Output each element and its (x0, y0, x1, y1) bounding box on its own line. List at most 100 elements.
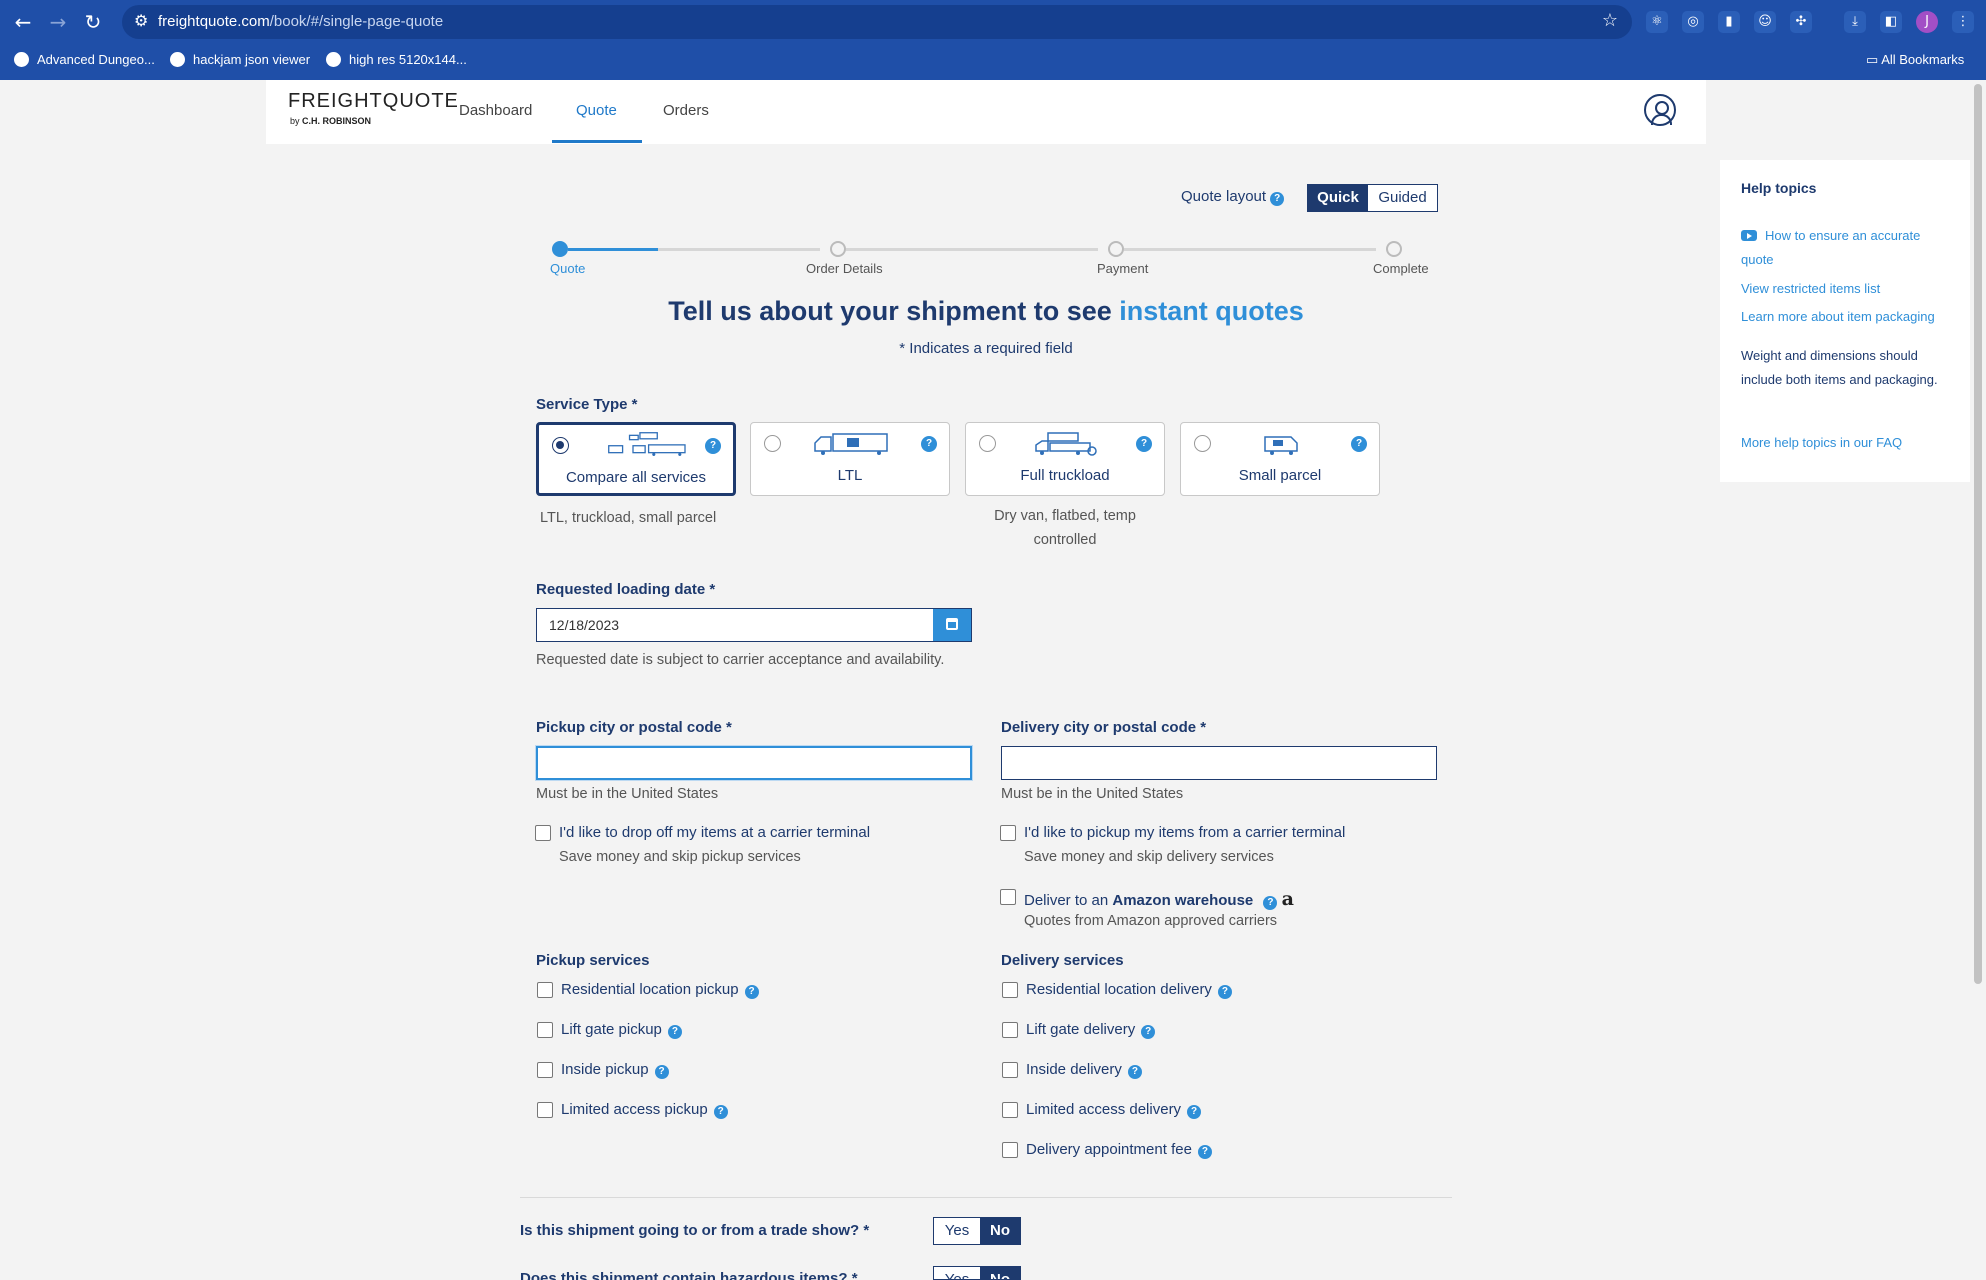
dropoff-terminal-checkbox[interactable] (535, 825, 551, 841)
help-icon[interactable]: ? (1187, 1105, 1202, 1119)
extension-chart-icon[interactable]: ▮ (1718, 11, 1740, 33)
chrobinson-logo: C.H. ROBINSON (302, 116, 372, 126)
dropoff-terminal-label[interactable]: I'd like to drop off my items at a carri… (559, 824, 870, 841)
liftgate-delivery-label[interactable]: Lift gate delivery? (1026, 1021, 1156, 1039)
step-progress (568, 248, 658, 251)
help-icon[interactable]: ? (654, 1065, 669, 1079)
layout-quick-button[interactable]: Quick (1308, 185, 1368, 211)
help-icon[interactable]: ? (921, 436, 937, 452)
help-icon[interactable]: ? (1217, 985, 1232, 999)
help-icon[interactable]: ? (1141, 1025, 1156, 1039)
scrollbar-thumb[interactable] (1974, 84, 1982, 984)
url-text[interactable]: freightquote.com/book/#/single-page-quot… (158, 13, 443, 30)
pickup-city-input[interactable] (536, 746, 972, 780)
profile-avatar[interactable]: J (1916, 11, 1938, 33)
service-option-label: Compare all services (565, 469, 707, 486)
residential-delivery-label[interactable]: Residential location delivery? (1026, 981, 1232, 999)
service-option-small-parcel[interactable]: ? Small parcel (1180, 422, 1380, 496)
limited-access-delivery-label[interactable]: Limited access delivery? (1026, 1101, 1202, 1119)
service-option-ltl[interactable]: ? LTL (750, 422, 950, 496)
hazardous-question: Does this shipment contain hazardous ite… (520, 1270, 858, 1280)
liftgate-delivery-checkbox[interactable] (1002, 1022, 1018, 1038)
amazon-warehouse-label[interactable]: Deliver to an Amazon warehouse ? a (1024, 888, 1294, 910)
reload-icon[interactable]: ↻ (80, 9, 106, 35)
section-divider (520, 1197, 1452, 1198)
pickup-terminal-checkbox[interactable] (1000, 825, 1016, 841)
step-connector (1124, 248, 1376, 251)
liftgate-pickup-label[interactable]: Lift gate pickup? (561, 1021, 682, 1039)
inside-delivery-checkbox[interactable] (1002, 1062, 1018, 1078)
service-option-compare-all[interactable]: ? Compare all services (536, 422, 736, 496)
bookmark-star-icon[interactable]: ☆ (1602, 10, 1618, 31)
menu-kebab-icon[interactable]: ⋮ (1952, 11, 1974, 33)
loading-date-hint: Requested date is subject to carrier acc… (536, 652, 945, 668)
pickup-terminal-label[interactable]: I'd like to pickup my items from a carri… (1024, 824, 1345, 841)
loading-date-value: 12/18/2023 (549, 617, 620, 633)
bookmark-item[interactable]: hackjam json viewer (170, 52, 310, 67)
trade-show-yes-button[interactable]: Yes (934, 1218, 980, 1244)
extension-react-icon[interactable]: ⚛ (1646, 11, 1668, 33)
delivery-appointment-checkbox[interactable] (1002, 1142, 1018, 1158)
radio-button[interactable] (552, 437, 569, 454)
forward-arrow-icon[interactable]: → (45, 9, 71, 35)
delivery-appointment-label[interactable]: Delivery appointment fee? (1026, 1141, 1212, 1159)
service-option-full-truckload[interactable]: ? Full truckload (965, 422, 1165, 496)
delivery-city-input[interactable] (1001, 746, 1437, 780)
download-icon[interactable]: ⤓ (1844, 11, 1866, 33)
residential-pickup-label[interactable]: Residential location pickup? (561, 981, 759, 999)
bookmark-item[interactable]: Advanced Dungeo... (14, 52, 155, 67)
side-panel-icon[interactable]: ◧ (1880, 11, 1902, 33)
nav-tab-quote[interactable]: Quote (576, 102, 617, 119)
address-bar[interactable]: ⚙ freightquote.com/book/#/single-page-qu… (122, 5, 1632, 39)
help-link-faq[interactable]: More help topics in our FAQ (1741, 431, 1956, 455)
step-label-complete: Complete (1373, 261, 1429, 276)
page-scrollbar[interactable] (1972, 82, 1984, 1280)
hazardous-yes-button[interactable]: Yes (934, 1267, 980, 1279)
residential-delivery-checkbox[interactable] (1002, 982, 1018, 998)
bookmarks-bar: Advanced Dungeo... hackjam json viewer h… (0, 44, 1986, 80)
all-bookmarks[interactable]: ▭ All Bookmarks (1866, 52, 1964, 68)
user-account-icon[interactable] (1644, 94, 1676, 126)
residential-pickup-checkbox[interactable] (537, 982, 553, 998)
inside-pickup-label[interactable]: Inside pickup? (561, 1061, 669, 1079)
extensions-puzzle-icon[interactable]: ✣ (1790, 11, 1812, 33)
help-topics-title: Help topics (1741, 180, 1817, 196)
extension-target-icon[interactable]: ◎ (1682, 11, 1704, 33)
help-link-item-packaging[interactable]: Learn more about item packaging (1741, 305, 1956, 329)
calendar-button[interactable] (933, 609, 971, 641)
limited-access-pickup-checkbox[interactable] (537, 1102, 553, 1118)
hazardous-no-button[interactable]: No (980, 1267, 1020, 1279)
help-link-restricted-items[interactable]: View restricted items list (1741, 277, 1956, 301)
help-icon[interactable]: ? (1351, 436, 1367, 452)
help-icon[interactable]: ? (667, 1025, 682, 1039)
help-icon[interactable]: ? (705, 438, 721, 454)
limited-access-delivery-checkbox[interactable] (1002, 1102, 1018, 1118)
inside-pickup-checkbox[interactable] (537, 1062, 553, 1078)
nav-tab-dashboard[interactable]: Dashboard (459, 102, 532, 119)
site-settings-icon[interactable]: ⚙ (134, 11, 148, 30)
help-icon[interactable]: ? (1270, 192, 1285, 206)
help-icon[interactable]: ? (744, 985, 759, 999)
nav-tab-orders[interactable]: Orders (663, 102, 709, 119)
amazon-warehouse-sub: Quotes from Amazon approved carriers (1024, 913, 1278, 929)
help-icon[interactable]: ? (1197, 1145, 1212, 1159)
limited-access-pickup-label[interactable]: Limited access pickup? (561, 1101, 728, 1119)
liftgate-pickup-checkbox[interactable] (537, 1022, 553, 1038)
radio-button[interactable] (764, 435, 781, 452)
bookmark-item[interactable]: high res 5120x144... (326, 52, 467, 67)
back-arrow-icon[interactable]: ← (10, 9, 36, 35)
extension-face-icon[interactable]: ☺ (1754, 11, 1776, 33)
amazon-warehouse-checkbox[interactable] (1000, 889, 1016, 905)
layout-guided-button[interactable]: Guided (1368, 185, 1437, 211)
help-icon[interactable]: ? (1127, 1065, 1142, 1079)
logo[interactable]: FREIGHTQUOTE (288, 90, 459, 113)
inside-delivery-label[interactable]: Inside delivery? (1026, 1061, 1142, 1079)
help-icon[interactable]: ? (713, 1105, 728, 1119)
loading-date-input[interactable]: 12/18/2023 (536, 608, 972, 642)
radio-button[interactable] (1194, 435, 1211, 452)
radio-button[interactable] (979, 435, 996, 452)
help-link-accurate-quote[interactable]: How to ensure an accurate quote (1741, 224, 1956, 272)
help-icon[interactable]: ? (1263, 896, 1278, 910)
trade-show-no-button[interactable]: No (980, 1218, 1020, 1244)
help-icon[interactable]: ? (1136, 436, 1152, 452)
